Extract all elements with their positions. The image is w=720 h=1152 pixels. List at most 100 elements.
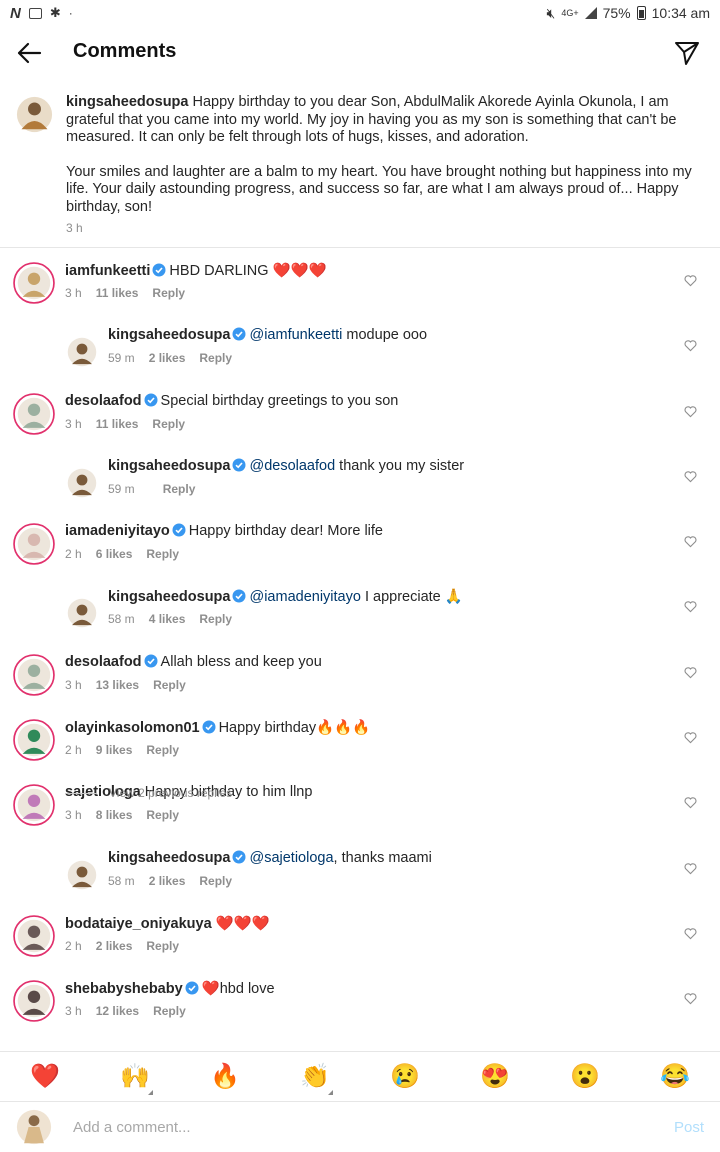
back-arrow-icon[interactable] [16,40,42,66]
emoji-button[interactable]: 🙌 [105,1062,165,1095]
emoji-button[interactable]: 😂 [645,1062,705,1091]
comment-meta: 3 h 12 likes Reply [65,1004,186,1018]
comment-username[interactable]: bodataiye_oniyakuya [65,916,212,932]
heart-icon[interactable] [684,796,697,809]
comment-username[interactable]: iamfunkeetti [65,263,150,279]
reply-button[interactable]: Reply [146,808,179,822]
comment-mention[interactable]: @iamfunkeetti [249,327,342,343]
heart-icon[interactable] [684,731,697,744]
heart-icon[interactable] [684,470,697,483]
avatar[interactable] [67,337,97,367]
reply-button[interactable]: Reply [199,351,232,365]
reply-button[interactable]: Reply [152,286,185,300]
status-right: 🔇︎ 4G+ 75% 10:34 am [547,5,711,22]
comment-list[interactable]: iamfunkeetti HBD DARLING ❤️❤️❤️ 3 h 11 li… [0,254,720,1050]
heart-icon[interactable] [684,339,697,352]
emoji-button[interactable]: 😢 [375,1062,435,1091]
emoji-button[interactable]: ❤️ [15,1062,75,1091]
comment-likes[interactable]: 2 likes [96,939,133,953]
avatar[interactable] [13,784,55,827]
comment-time: 3 h [65,1004,82,1019]
avatar[interactable] [67,598,97,628]
reply-button[interactable]: Reply [153,1004,186,1018]
verified-badge-icon [144,654,158,668]
heart-icon[interactable] [684,862,697,875]
comment-likes[interactable]: 2 likes [149,874,186,888]
reply-button[interactable]: Reply [146,547,179,561]
comment-likes[interactable]: 12 likes [96,1004,139,1018]
heart-icon[interactable] [684,405,697,418]
post-button[interactable]: Post [674,1119,704,1136]
heart-icon[interactable] [684,666,697,679]
direct-message-icon[interactable] [674,40,700,66]
emoji-quick-bar: ❤️ 🙌 🔥 👏 😢 😍 😮 😂 [0,1051,720,1101]
comment-mention[interactable]: @sajetiologa [249,850,333,866]
reply-button[interactable]: Reply [199,612,232,626]
avatar[interactable] [13,980,55,1023]
comment-row: iamadeniyitayo Happy birthday dear! More … [0,515,720,580]
avatar[interactable] [13,523,55,565]
comment-body: kingsaheedosupa @iamfunkeetti modupe ooo [108,327,427,343]
network-label: 4G+ [561,8,579,18]
comment-mention[interactable]: @iamadeniyitayo [249,589,360,605]
avatar[interactable] [16,96,53,133]
notification-dot-icon: · [68,6,73,20]
comment-likes[interactable]: 11 likes [96,417,139,431]
comment-text: thank you my sister [335,457,465,474]
avatar[interactable] [67,860,97,890]
emoji-button[interactable]: 👏 [285,1062,345,1095]
reply-button[interactable]: Reply [152,417,185,431]
heart-icon[interactable] [684,274,697,287]
comment-username[interactable]: kingsaheedosupa [108,458,230,474]
comment-mention[interactable]: @desolaafod [249,458,335,474]
avatar[interactable] [13,262,55,304]
reply-button[interactable]: Reply [199,874,232,888]
comment-likes[interactable]: 11 likes [96,286,139,300]
comment-likes[interactable]: 13 likes [96,678,139,692]
heart-icon[interactable] [684,992,697,1005]
comment-time: 3 h [65,677,82,692]
reply-button[interactable]: Reply [153,678,186,692]
comment-time: 3 h [65,286,82,300]
comment-username[interactable]: desolaafod [65,393,142,409]
reply-button[interactable]: Reply [146,939,179,953]
avatar[interactable] [13,653,55,696]
comment-likes[interactable]: 6 likes [96,547,133,561]
comment-body: kingsaheedosupa @desolaafod thank you my … [108,458,464,474]
comment-username[interactable]: shebabyshebaby [65,981,183,997]
heart-icon[interactable] [684,927,697,940]
comment-likes[interactable]: 4 likes [149,612,186,626]
comment-row: olayinkasolomon01 Happy birthday🔥🔥🔥 2 h 9… [0,711,720,776]
emoji-button[interactable]: 🔥 [195,1062,255,1091]
reply-button[interactable]: Reply [146,743,179,757]
emoji-button[interactable]: 😍 [465,1062,525,1091]
view-previous-label[interactable]: View 2 previous replies [109,786,232,800]
comment-username[interactable]: kingsaheedosupa [108,589,230,605]
comment-input[interactable] [73,1115,633,1139]
avatar[interactable] [13,719,55,761]
heart-icon[interactable] [684,600,697,613]
verified-badge-icon [232,327,246,341]
comment-username[interactable]: kingsaheedosupa [108,850,230,866]
view-previous-replies[interactable]: View 2 previous replies [65,786,232,800]
comment-likes[interactable]: 2 likes [149,351,186,365]
reply-button[interactable]: Reply [163,482,196,496]
comment-likes[interactable]: 8 likes [96,808,133,822]
comment-username[interactable]: iamadeniyitayo [65,523,170,539]
comment-text: Special birthday greetings to you son [160,392,399,409]
emoji-button[interactable]: 😮 [555,1062,615,1091]
comment-likes[interactable]: 9 likes [96,743,133,757]
avatar[interactable] [13,915,55,957]
comment-username[interactable]: kingsaheedosupa [108,327,230,343]
heart-icon[interactable] [684,535,697,548]
comment-username[interactable]: desolaafod [65,654,142,670]
comment-body: iamadeniyitayo Happy birthday dear! More … [65,523,383,539]
avatar[interactable] [67,468,97,498]
android-icon: ✱ [49,5,61,20]
divider [65,792,97,794]
comment-meta: 3 h 11 likes Reply [65,286,185,300]
avatar[interactable] [13,392,55,435]
comment-time: 2 h [65,938,82,953]
comment-username[interactable]: olayinkasolomon01 [65,720,200,736]
caption-username[interactable]: kingsaheedosupa [66,94,188,110]
